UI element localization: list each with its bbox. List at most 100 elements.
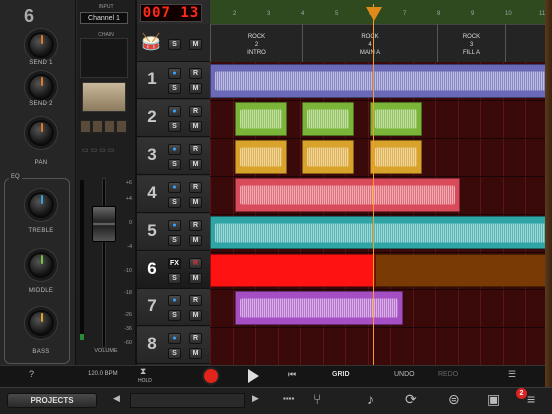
projects-button[interactable]: PROJECTS — [7, 393, 97, 408]
grid-button[interactable]: GRID — [332, 371, 350, 378]
mute-button[interactable]: M — [189, 120, 202, 132]
fx-slot-icons[interactable]: ▭▭▭▭ — [82, 146, 116, 154]
audio-region[interactable] — [235, 291, 403, 326]
record-enable-button[interactable]: R — [189, 68, 202, 79]
send1-knob[interactable] — [28, 32, 54, 58]
playhead[interactable] — [373, 4, 374, 365]
solo-button[interactable]: S — [168, 348, 181, 360]
metronome-icon[interactable]: ⧗ — [140, 366, 146, 377]
db-tick: -26 — [124, 312, 132, 318]
amp-thumbnail[interactable] — [82, 82, 126, 112]
record-enable-button[interactable]: R — [189, 181, 202, 193]
send2-knob[interactable] — [28, 74, 54, 100]
audio-region[interactable] — [210, 253, 375, 288]
playhead-marker-icon[interactable] — [366, 7, 382, 21]
audio-region[interactable] — [210, 64, 552, 98]
record-enable-button[interactable]: R — [189, 105, 202, 117]
scroll-left-icon[interactable]: ◀ — [113, 393, 120, 404]
monitor-button[interactable]: ● — [168, 181, 181, 193]
monitor-button[interactable]: ● — [168, 333, 181, 345]
rewind-to-start-icon[interactable]: ⏮ — [288, 369, 296, 380]
notes-icon[interactable]: ♪ — [367, 391, 374, 407]
hold-label[interactable]: HOLD — [138, 378, 152, 384]
menu-icon[interactable]: ≡ — [527, 391, 535, 407]
section-intro[interactable]: ROCK 2 INTRO — [210, 24, 302, 62]
audio-region[interactable] — [370, 139, 422, 174]
db-tick: -36 — [124, 326, 132, 332]
loops-icon[interactable]: ⟳ — [405, 391, 417, 408]
record-enable-button[interactable]: R — [189, 219, 202, 231]
solo-button[interactable]: S — [168, 234, 181, 246]
audio-region[interactable] — [210, 215, 552, 250]
solo-button[interactable]: S — [168, 272, 181, 284]
monitor-button[interactable]: ● — [168, 295, 181, 307]
track-header-4[interactable]: 4 ● R S M — [137, 175, 210, 213]
section-name: ROCK — [462, 34, 481, 40]
track-header-2[interactable]: 2 ● R S M — [137, 99, 210, 137]
solo-button[interactable]: S — [168, 196, 181, 208]
section-main-a[interactable]: ROCK 4 MAIN A — [302, 24, 437, 62]
drums-icon[interactable]: ⊜ — [448, 391, 460, 408]
mute-button[interactable]: M — [189, 348, 202, 360]
mute-button[interactable]: M — [189, 234, 202, 246]
audio-region[interactable] — [235, 139, 287, 174]
fx-button[interactable]: FX — [168, 257, 181, 269]
bass-knob[interactable] — [28, 310, 54, 336]
waveform — [240, 298, 398, 318]
mute-button[interactable]: M — [189, 272, 202, 284]
tempo-display[interactable]: 120.0 BPM — [88, 371, 118, 377]
stompbox-row[interactable] — [80, 120, 130, 134]
arrangement-area[interactable] — [210, 62, 552, 365]
amp-icon[interactable]: ▣ — [487, 391, 500, 408]
help-button[interactable]: ? — [29, 369, 34, 379]
record-enable-button[interactable]: R — [189, 257, 202, 269]
track-header-1[interactable]: 1 ● R S M — [137, 62, 210, 99]
audio-region[interactable] — [235, 177, 460, 212]
mute-button[interactable]: M — [189, 196, 202, 208]
audio-region[interactable] — [370, 101, 422, 136]
record-enable-button[interactable]: R — [189, 143, 202, 155]
record-enable-button[interactable]: R — [189, 295, 202, 307]
timeline-overview[interactable] — [130, 393, 245, 408]
track-number: 3 — [147, 144, 157, 164]
solo-button[interactable]: S — [168, 310, 181, 322]
redo-button[interactable]: REDO — [438, 371, 458, 378]
track-header-3[interactable]: 3 ● R S M — [137, 137, 210, 175]
position-counter[interactable]: 007 13 — [140, 4, 202, 22]
solo-button[interactable]: S — [168, 158, 181, 170]
monitor-button[interactable]: ● — [168, 68, 181, 79]
record-enable-button[interactable]: R — [189, 333, 202, 345]
tuner-icon[interactable]: ⑂ — [313, 391, 321, 407]
treble-knob[interactable] — [28, 192, 54, 218]
audio-region[interactable] — [235, 101, 287, 136]
monitor-button[interactable]: ● — [168, 105, 181, 117]
monitor-button[interactable]: ● — [168, 143, 181, 155]
drummer-track-header[interactable]: 🥁 S M — [137, 24, 210, 62]
solo-button[interactable]: S — [168, 120, 181, 132]
solo-button[interactable]: S — [168, 83, 181, 94]
track-header-8[interactable]: 8 ● R S M — [137, 327, 210, 365]
mixer-icon[interactable]: ☰ — [508, 369, 516, 380]
monitor-button[interactable]: ● — [168, 219, 181, 231]
chain-thumbnail[interactable] — [80, 38, 128, 78]
input-selector[interactable]: Channel 1 — [80, 12, 128, 24]
play-button[interactable] — [248, 369, 259, 383]
undo-button[interactable]: UNDO — [394, 371, 415, 378]
scroll-right-icon[interactable]: ▶ — [252, 393, 259, 404]
section-fill-a[interactable]: ROCK 3 FILL A — [437, 24, 505, 62]
audio-region[interactable] — [302, 101, 354, 136]
track-header-7[interactable]: 7 ● R S M — [137, 289, 210, 327]
drummer-solo-button[interactable]: S — [168, 39, 181, 50]
record-button[interactable] — [204, 369, 218, 383]
pan-knob[interactable] — [28, 120, 54, 146]
mute-button[interactable]: M — [189, 310, 202, 322]
track-header-5[interactable]: 5 ● R S M — [137, 213, 210, 251]
audio-region[interactable] — [302, 139, 354, 174]
section-next[interactable] — [505, 24, 545, 62]
track-header-6[interactable]: 6 FX R S M — [137, 251, 210, 289]
mute-button[interactable]: M — [189, 83, 202, 94]
tracks-view-icon[interactable]: ▪▪▪▪ — [283, 394, 294, 403]
middle-knob[interactable] — [28, 252, 54, 278]
drummer-mute-button[interactable]: M — [189, 39, 202, 50]
mute-button[interactable]: M — [189, 158, 202, 170]
